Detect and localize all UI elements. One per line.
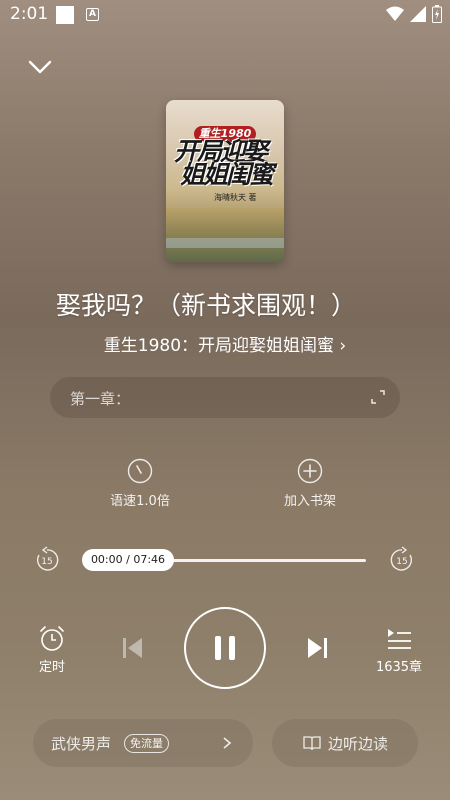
chevron-right-icon (223, 737, 232, 749)
status-time: 2:01 (10, 4, 49, 24)
status-bar: 2:01 A (0, 0, 450, 30)
cover-author: 海晴秋天 著 (214, 193, 257, 202)
app-notification-icon: A (86, 8, 99, 21)
voice-selector[interactable]: 武侠男声 免流量 (33, 719, 253, 767)
speedometer-icon (127, 458, 153, 484)
book-icon (303, 736, 321, 751)
pause-icon (215, 636, 235, 660)
cover-field-art (166, 208, 284, 262)
progress-time-thumb[interactable]: 00:00 / 07:46 (82, 549, 174, 571)
cover-title-line2: 姐姐闺蜜 (180, 160, 274, 189)
wifi-icon (386, 6, 404, 21)
chapter-label: 第一章： (70, 390, 131, 408)
status-icons (386, 5, 442, 23)
voice-label: 武侠男声 (51, 735, 112, 753)
speed-label: 语速1.0倍 (110, 494, 170, 509)
chapter-bar[interactable]: 第一章： (50, 377, 400, 418)
timer-label: 定时 (38, 660, 65, 675)
free-data-badge: 免流量 (124, 734, 169, 753)
previous-track-icon[interactable] (120, 634, 146, 662)
rewind-15-icon[interactable]: 15 (33, 546, 61, 574)
listen-while-reading-label: 边听边读 (328, 735, 389, 753)
pause-button[interactable] (184, 607, 266, 689)
playlist-icon (388, 629, 411, 649)
book-name-link[interactable]: 重生1980：开局迎娶姐姐闺蜜 › (0, 331, 450, 356)
signal-icon (410, 6, 426, 22)
battery-icon (432, 5, 442, 23)
expand-icon[interactable] (370, 389, 386, 405)
cover-water-art (166, 238, 284, 248)
chapters-count-label: 1635章 (375, 660, 423, 675)
chapter-list-button[interactable]: 1635章 (372, 625, 426, 675)
book-cover: 重生1980 开局迎娶 姐姐闺蜜 海晴秋天 著 (166, 100, 284, 262)
rewind-seconds: 15 (41, 557, 52, 567)
next-track-icon[interactable] (304, 634, 330, 662)
alarm-clock-icon (40, 626, 64, 651)
collapse-chevron-down-icon[interactable] (27, 56, 53, 78)
forward-15-icon[interactable]: 15 (388, 546, 416, 574)
add-to-shelf-button[interactable]: 加入书架 (270, 456, 350, 512)
add-shelf-label: 加入书架 (283, 494, 336, 509)
plus-circle-icon (297, 458, 323, 484)
forward-seconds: 15 (396, 557, 407, 567)
notification-square-icon (56, 6, 74, 24)
timer-button[interactable]: 定时 (30, 625, 74, 675)
episode-title: 娶我吗？（新书求围观！） (56, 291, 357, 320)
listen-while-reading-button[interactable]: 边听边读 (272, 719, 418, 767)
speed-button[interactable]: 语速1.0倍 (100, 456, 180, 512)
